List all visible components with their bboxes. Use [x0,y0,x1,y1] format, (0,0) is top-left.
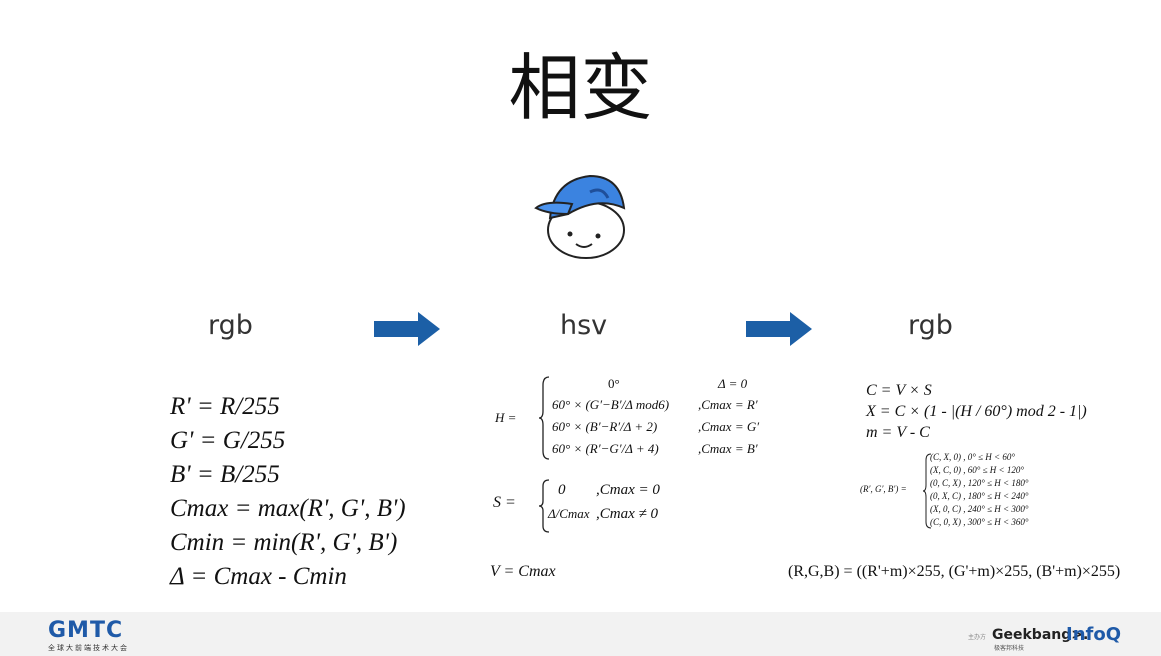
saturation-case-expr: 0 [558,482,566,498]
case-condition: , 240° ≤ H < 300° [963,504,1029,514]
rgb-prime-case: (C, X, 0) , 0° ≤ H < 60° [930,452,1015,465]
hsv-to-rgb-formulas: C = V × S X = C × (1 - |(H / 60°) mod 2 … [866,380,1087,443]
case-tuple: (X, C, 0) [930,465,961,475]
arrow-right-icon [374,312,440,346]
hue-case-expr: 60° × (B′−R′/Δ + 2) [552,419,658,434]
column-hsv-heading: hsv [560,310,608,341]
formula-line: B' = B/255 [170,461,280,488]
case-condition: , 120° ≤ H < 180° [963,478,1029,488]
final-rgb-formula: (R,G,B) = ((R'+m)×255, (G'+m)×255, (B'+m… [788,563,1121,580]
case-condition: , 60° ≤ H < 120° [963,465,1024,475]
hue-case-expr: 60° × (R′−G′/Δ + 4) [552,441,659,456]
value-formula: V = Cmax [490,563,556,580]
rgb-prime-case: (0, X, C) , 180° ≤ H < 240° [930,491,1028,504]
case-condition: , 300° ≤ H < 360° [963,517,1029,527]
case-condition: , 0° ≤ H < 60° [963,452,1015,462]
case-tuple: (0, X, C) [930,491,961,501]
hue-lhs: H = [495,410,517,425]
slide-title: 相变 [508,46,653,130]
rgb-normalization-formulas: R' = R/255 G' = G/255 B' = B/255 Cmax = … [170,390,406,594]
formula-line: G' = G/255 [170,427,286,454]
saturation-case-cond: ,Cmax = 0 [596,482,660,498]
rgb-prime-piecewise: (R′, G′, B′) = (C, X, 0) , 0° ≤ H < 60° … [860,452,1060,530]
saturation-case-expr: Δ/Cmax [548,506,590,521]
case-tuple: (C, X, 0) [930,452,961,462]
column-rgb-heading: rgb [208,310,253,341]
formula-line: m = V - C [866,424,930,441]
infoq-logo: InfoQ [1066,624,1122,645]
case-tuple: (X, 0, C) [930,504,961,514]
formula-line: R' = R/255 [170,393,280,420]
formula-line: Cmin = min(R', G', B') [170,529,398,556]
hue-case-expr: 60° × (G′−B′/Δ mod6) [552,397,670,412]
column-rgb-result-heading: rgb [908,310,953,341]
rgb-prime-case: (X, 0, C) , 240° ≤ H < 300° [930,504,1028,517]
case-tuple: (C, 0, X) [930,517,961,527]
formula-line: C = V × S [866,382,932,399]
brand-subtitle: 全球大前端技术大会 [48,644,129,652]
saturation-case-cond: ,Cmax ≠ 0 [596,506,658,522]
brand-name: GMTC [48,618,124,643]
case-tuple: (0, C, X) [930,478,961,488]
formula-line: Cmax = max(R', G', B') [170,495,406,522]
brace-icon [538,376,550,460]
arrow-right-icon [746,312,812,346]
hue-case-cond: ,Cmax = G′ [698,419,760,434]
rgb-prime-case: (X, C, 0) , 60° ≤ H < 120° [930,465,1024,478]
mascot-cap-icon [534,174,626,259]
saturation-lhs: S = [493,494,516,511]
hue-case-expr: 0° [608,376,620,391]
case-condition: , 180° ≤ H < 240° [963,491,1029,501]
formula-line: X = C × (1 - |(H / 60°) mod 2 - 1|) [866,403,1087,420]
gmtc-logo: GMTC 全球大前端技术大会 [48,619,129,653]
organizer-label: 主办方 [968,634,987,641]
hue-case-cond: Δ = 0 [718,376,748,391]
saturation-piecewise: 0 ,Cmax = 0 Δ/Cmax ,Cmax ≠ 0 [538,478,718,534]
hue-piecewise: 0° Δ = 0 60° × (G′−B′/Δ mod6) ,Cmax = R′… [538,375,788,461]
rgb-prime-lhs: (R′, G′, B′) = [860,484,907,494]
formula-line: Δ = Cmax - Cmin [170,563,347,590]
footer-bar: GMTC 全球大前端技术大会 主办方 Geekbang>. 极客邦科技 Info… [0,612,1161,656]
rgb-prime-case: (0, C, X) , 120° ≤ H < 180° [930,478,1028,491]
hue-case-cond: ,Cmax = B′ [698,441,758,456]
rgb-prime-case: (C, 0, X) , 300° ≤ H < 360° [930,517,1028,530]
hue-case-cond: ,Cmax = R′ [698,397,758,412]
